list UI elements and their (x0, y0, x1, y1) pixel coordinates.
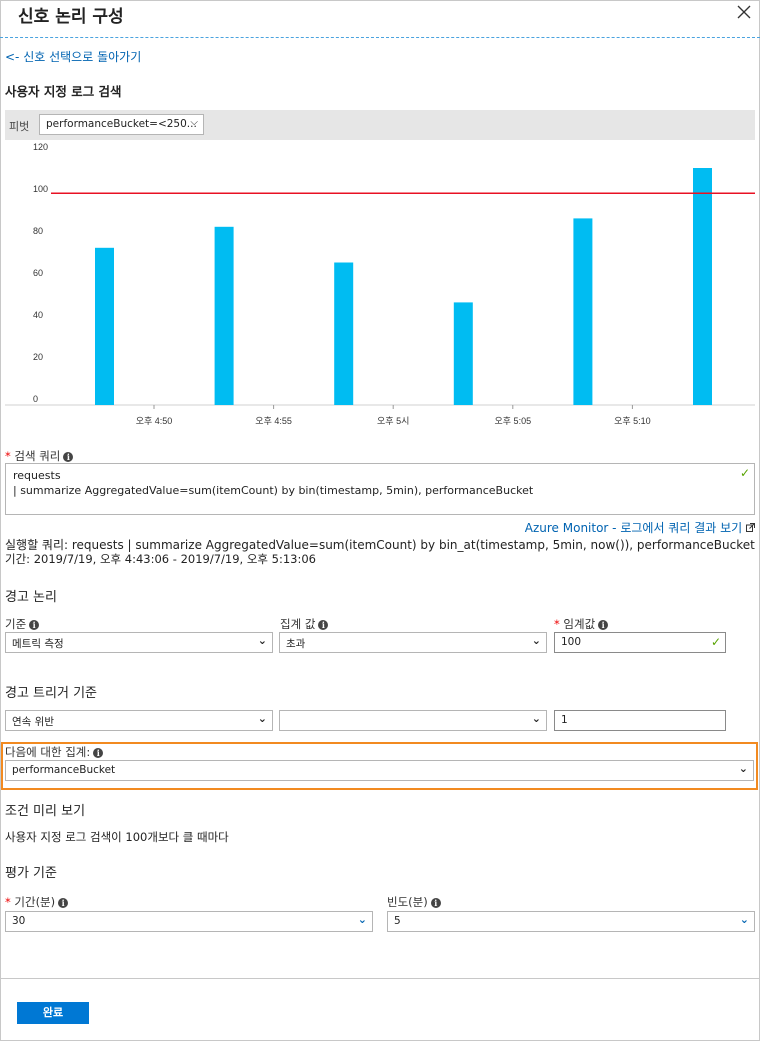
threshold-label-row: * 임계값 i (554, 616, 609, 632)
footer-divider (0, 978, 760, 979)
azure-monitor-logs-link[interactable]: Azure Monitor - 로그에서 쿼리 결과 보기 (525, 519, 755, 536)
y-tick-label: 60 (33, 268, 43, 278)
eval-period-dropdown[interactable]: 30 ⌄ (5, 911, 373, 932)
trigger-type-value: 연속 위반 (12, 716, 54, 728)
agg-value: 초과 (286, 638, 306, 650)
info-icon: i (598, 619, 609, 630)
y-tick-label: 20 (33, 352, 43, 362)
query-label: 검색 쿼리 (14, 449, 61, 463)
aggregate-on-label: 다음에 대한 집계: (5, 745, 91, 759)
evaluation-heading: 평가 기준 (5, 866, 57, 881)
page-title: 신호 논리 구성 (18, 7, 124, 27)
aggregate-dropdown[interactable]: 초과 ⌄ (279, 632, 547, 653)
query-line-2: | summarize AggregatedValue=sum(itemCoun… (13, 484, 534, 497)
back-to-signal-link[interactable]: <- 신호 선택으로 돌아가기 (5, 48, 141, 65)
aggregate-on-value: performanceBucket (12, 764, 116, 776)
chevron-down-icon: ⌄ (739, 913, 749, 926)
threshold-label: 임계값 (563, 617, 596, 631)
chart-bar (693, 168, 712, 405)
trigger-count-input[interactable]: 1 (554, 710, 726, 731)
basis-dropdown[interactable]: 메트릭 측정 ⌄ (5, 632, 273, 653)
x-tick-label: 오후 4:50 (136, 416, 173, 426)
eval-period-value: 30 (12, 915, 26, 927)
frequency-value: 5 (394, 915, 401, 927)
chart-bar (334, 262, 354, 405)
chevron-down-icon: ⌄ (531, 634, 541, 647)
x-tick-label: 오후 5:10 (614, 416, 651, 426)
custom-log-search-heading: 사용자 지정 로그 검색 (5, 84, 122, 99)
chevron-down-icon: ⌄ (357, 913, 367, 926)
bar-chart: 0 20 40 60 80 100 120 오후 4:50 오후 4:55 오후 5시 오후 5:0… (5, 142, 755, 426)
info-icon: i (318, 619, 329, 630)
trigger-heading: 경고 트리거 기준 (5, 686, 97, 701)
external-link-icon (746, 523, 755, 532)
agg-label-row: 집계 값i (280, 616, 329, 632)
basis-label-row: 기준 i (5, 616, 40, 632)
x-tick-label: 오후 4:55 (255, 416, 292, 426)
chart-bar (573, 218, 593, 405)
alert-logic-heading: 경고 논리 (5, 590, 57, 605)
frequency-label-row: 빈도(분) i (387, 894, 441, 910)
basis-value: 메트릭 측정 (12, 638, 64, 650)
eval-period-label: 기간(분) (14, 895, 56, 909)
y-tick-label: 100 (33, 184, 48, 194)
pivot-select[interactable]: performanceBucket=<250... ⌵ (39, 114, 204, 135)
close-icon[interactable] (734, 2, 754, 22)
info-icon: i (430, 897, 441, 908)
y-tick-label: 80 (33, 226, 43, 236)
threshold-value: 100 (561, 636, 582, 648)
y-tick-label: 40 (33, 310, 43, 320)
chart-bar (453, 302, 473, 405)
chevron-down-icon: ⌄ (257, 634, 267, 647)
eval-period-label-row: * 기간(분) i (5, 894, 69, 910)
query-label-row: * 검색 쿼리 i (5, 448, 74, 464)
trigger-count-value: 1 (561, 714, 568, 726)
query-line-1: requests (13, 469, 61, 482)
done-button[interactable]: 완료 (17, 1002, 89, 1024)
trigger-operator-dropdown[interactable]: ⌄ (279, 710, 547, 731)
pivot-bar: 피벗 performanceBucket=<250... ⌵ (5, 110, 755, 140)
pivot-label: 피벗 (9, 120, 30, 133)
chevron-down-icon: ⌄ (738, 762, 748, 775)
aggregate-on-dropdown[interactable]: performanceBucket ⌄ (5, 760, 754, 781)
valid-check-icon: ✓ (710, 635, 721, 649)
agg-label: 집계 값 (280, 617, 316, 631)
info-icon: i (93, 747, 104, 758)
pivot-select-value: performanceBucket=<250... (46, 118, 197, 130)
blade-header: 신호 논리 구성 (0, 0, 760, 38)
valid-check-icon: ✓ (739, 466, 750, 480)
chevron-down-icon: ⌄ (531, 712, 541, 725)
chart-bar (95, 247, 114, 405)
preview-text: 사용자 지정 로그 검색이 100개보다 클 때마다 (5, 830, 229, 844)
y-tick-label: 120 (33, 142, 48, 152)
chevron-down-icon: ⌵ (190, 117, 198, 128)
info-icon: i (29, 619, 40, 630)
chevron-down-icon: ⌄ (257, 712, 267, 725)
trigger-type-dropdown[interactable]: 연속 위반 ⌄ (5, 710, 273, 731)
x-tick-label: 오후 5:05 (495, 416, 532, 426)
frequency-dropdown[interactable]: 5 ⌄ (387, 911, 755, 932)
basis-label: 기준 (5, 617, 27, 631)
azure-monitor-link-text: Azure Monitor - 로그에서 쿼리 결과 보기 (524, 521, 743, 535)
period-text: 기간: 2019/7/19, 오후 4:43:06 - 2019/7/19, 오… (5, 552, 316, 566)
info-icon: i (63, 451, 74, 462)
threshold-input[interactable]: 100 ✓ (554, 632, 726, 653)
y-tick-label: 0 (33, 394, 38, 404)
chart-bar (214, 226, 234, 405)
aggregate-on-label-row: 다음에 대한 집계: i (5, 744, 104, 760)
preview-heading: 조건 미리 보기 (5, 804, 86, 819)
x-tick-label: 오후 5시 (377, 416, 409, 426)
info-icon: i (58, 897, 69, 908)
query-textarea[interactable]: requests | summarize AggregatedValue=sum… (5, 463, 755, 515)
frequency-label: 빈도(분) (387, 895, 428, 909)
